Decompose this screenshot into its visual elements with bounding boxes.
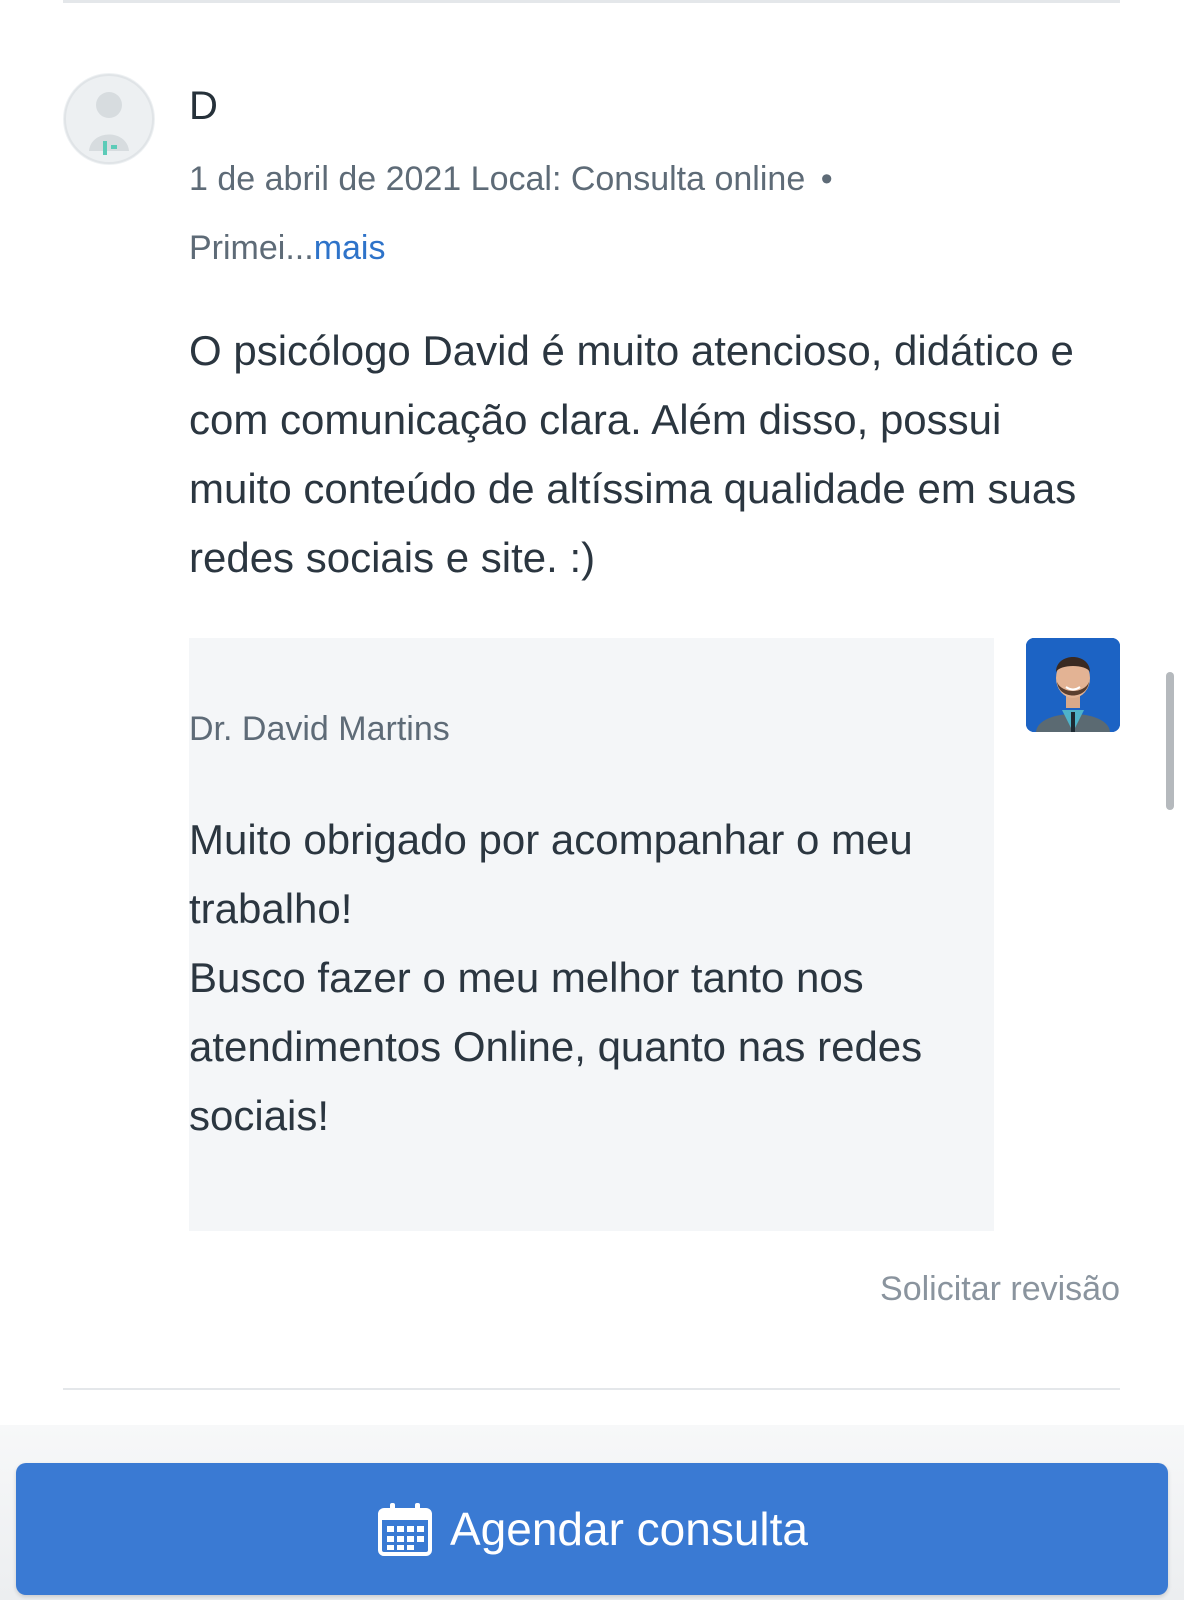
- review-date: 1 de abril de 2021: [189, 160, 462, 198]
- doctor-avatar: [1026, 638, 1120, 732]
- reply-text: Muito obrigado por acompanhar o meu trab…: [189, 816, 923, 1139]
- review-meta: 1 de abril de 2021 Local: Consulta onlin…: [189, 160, 839, 199]
- more-link[interactable]: mais: [314, 229, 386, 267]
- request-review-link[interactable]: Solicitar revisão: [880, 1270, 1120, 1309]
- book-appointment-button[interactable]: Agendar consulta: [16, 1463, 1168, 1595]
- visit-type-text: Primei...: [189, 229, 314, 267]
- visit-type: Primei...mais: [189, 229, 385, 268]
- review-location: Local: Consulta online: [470, 160, 806, 198]
- scrollbar-thumb[interactable]: [1166, 672, 1174, 810]
- reviewer-avatar: [63, 73, 155, 165]
- default-user-avatar-icon: [64, 74, 154, 164]
- meta-separator: •: [820, 160, 833, 198]
- doctor-name: Dr. David Martins: [189, 710, 450, 748]
- review-text: O psicólogo David é muito atencioso, did…: [189, 327, 1077, 581]
- doctor-photo: [1026, 638, 1120, 732]
- doctor-reply: Dr. David Martins Muito obrigado por aco…: [189, 638, 994, 1231]
- reviewer-name: D: [189, 84, 218, 128]
- top-divider: [63, 0, 1120, 3]
- bottom-divider: [63, 1388, 1120, 1390]
- calendar-icon: [377, 1503, 432, 1556]
- book-appointment-label: Agendar consulta: [449, 1503, 809, 1555]
